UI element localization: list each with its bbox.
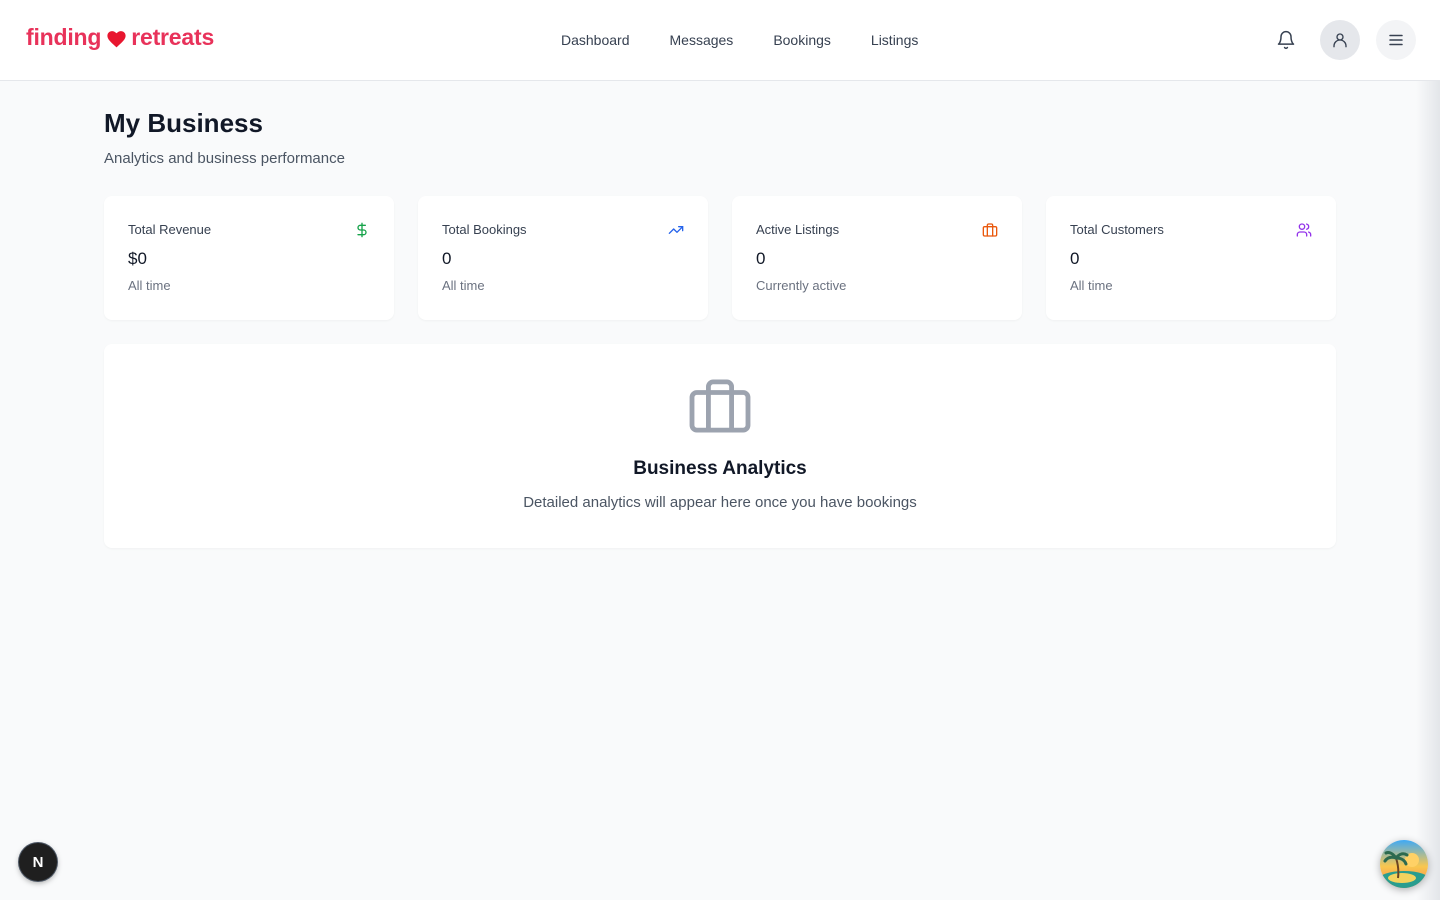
page-subtitle: Analytics and business performance xyxy=(104,150,345,167)
briefcase-icon xyxy=(689,379,751,433)
stat-note: All time xyxy=(1070,278,1113,293)
nav-bookings[interactable]: Bookings xyxy=(753,24,851,56)
menu-button[interactable] xyxy=(1376,20,1416,60)
business-analytics-panel: Business Analytics Detailed analytics wi… xyxy=(104,344,1336,548)
notifications-button[interactable] xyxy=(1266,20,1306,60)
right-edge-shadow xyxy=(1416,81,1440,900)
top-header: finding retreats Dashboard Messages Book… xyxy=(0,0,1440,81)
brand-logo[interactable]: finding retreats xyxy=(26,24,214,51)
stat-label: Active Listings xyxy=(756,222,840,237)
analytics-description: Detailed analytics will appear here once… xyxy=(523,494,917,511)
bell-icon xyxy=(1277,30,1295,50)
stats-row: Total Revenue $0 All time Total Bookings… xyxy=(104,196,1336,320)
island-avatar-icon xyxy=(1380,840,1428,888)
trending-up-icon xyxy=(668,226,684,234)
stat-card-listings: Active Listings 0 Currently active xyxy=(732,196,1022,320)
analytics-title: Business Analytics xyxy=(633,458,807,479)
page-title: My Business xyxy=(104,108,263,138)
stat-value: 0 xyxy=(1070,249,1080,268)
stat-card-revenue: Total Revenue $0 All time xyxy=(104,196,394,320)
header-actions xyxy=(1266,20,1416,60)
briefcase-icon xyxy=(982,223,998,237)
dev-badge-letter: N xyxy=(32,853,44,871)
heart-icon xyxy=(107,31,126,48)
main-nav: Dashboard Messages Bookings Listings xyxy=(541,0,938,80)
stat-note: All time xyxy=(442,278,485,293)
stat-card-customers: Total Customers 0 All time xyxy=(1046,196,1336,320)
stat-card-bookings: Total Bookings 0 All time xyxy=(418,196,708,320)
nav-dashboard[interactable]: Dashboard xyxy=(541,24,650,56)
users-icon xyxy=(1296,223,1312,237)
assistant-bubble[interactable] xyxy=(1380,840,1428,888)
stat-label: Total Bookings xyxy=(442,222,527,237)
nav-listings[interactable]: Listings xyxy=(851,24,938,56)
logo-text-left: finding xyxy=(26,24,102,50)
stat-value: $0 xyxy=(128,249,147,268)
stat-value: 0 xyxy=(442,249,452,268)
stat-note: All time xyxy=(128,278,171,293)
stat-label: Total Revenue xyxy=(128,222,212,237)
stat-label: Total Customers xyxy=(1070,222,1164,237)
profile-button[interactable] xyxy=(1320,20,1360,60)
dollar-icon xyxy=(357,222,367,238)
logo-text-right: retreats xyxy=(131,24,215,50)
user-icon xyxy=(1333,33,1347,48)
hamburger-menu-icon xyxy=(1389,34,1403,46)
nav-messages[interactable]: Messages xyxy=(650,24,754,56)
dev-tools-badge[interactable]: N xyxy=(19,843,57,881)
stat-value: 0 xyxy=(756,249,766,268)
stat-note: Currently active xyxy=(756,278,847,293)
